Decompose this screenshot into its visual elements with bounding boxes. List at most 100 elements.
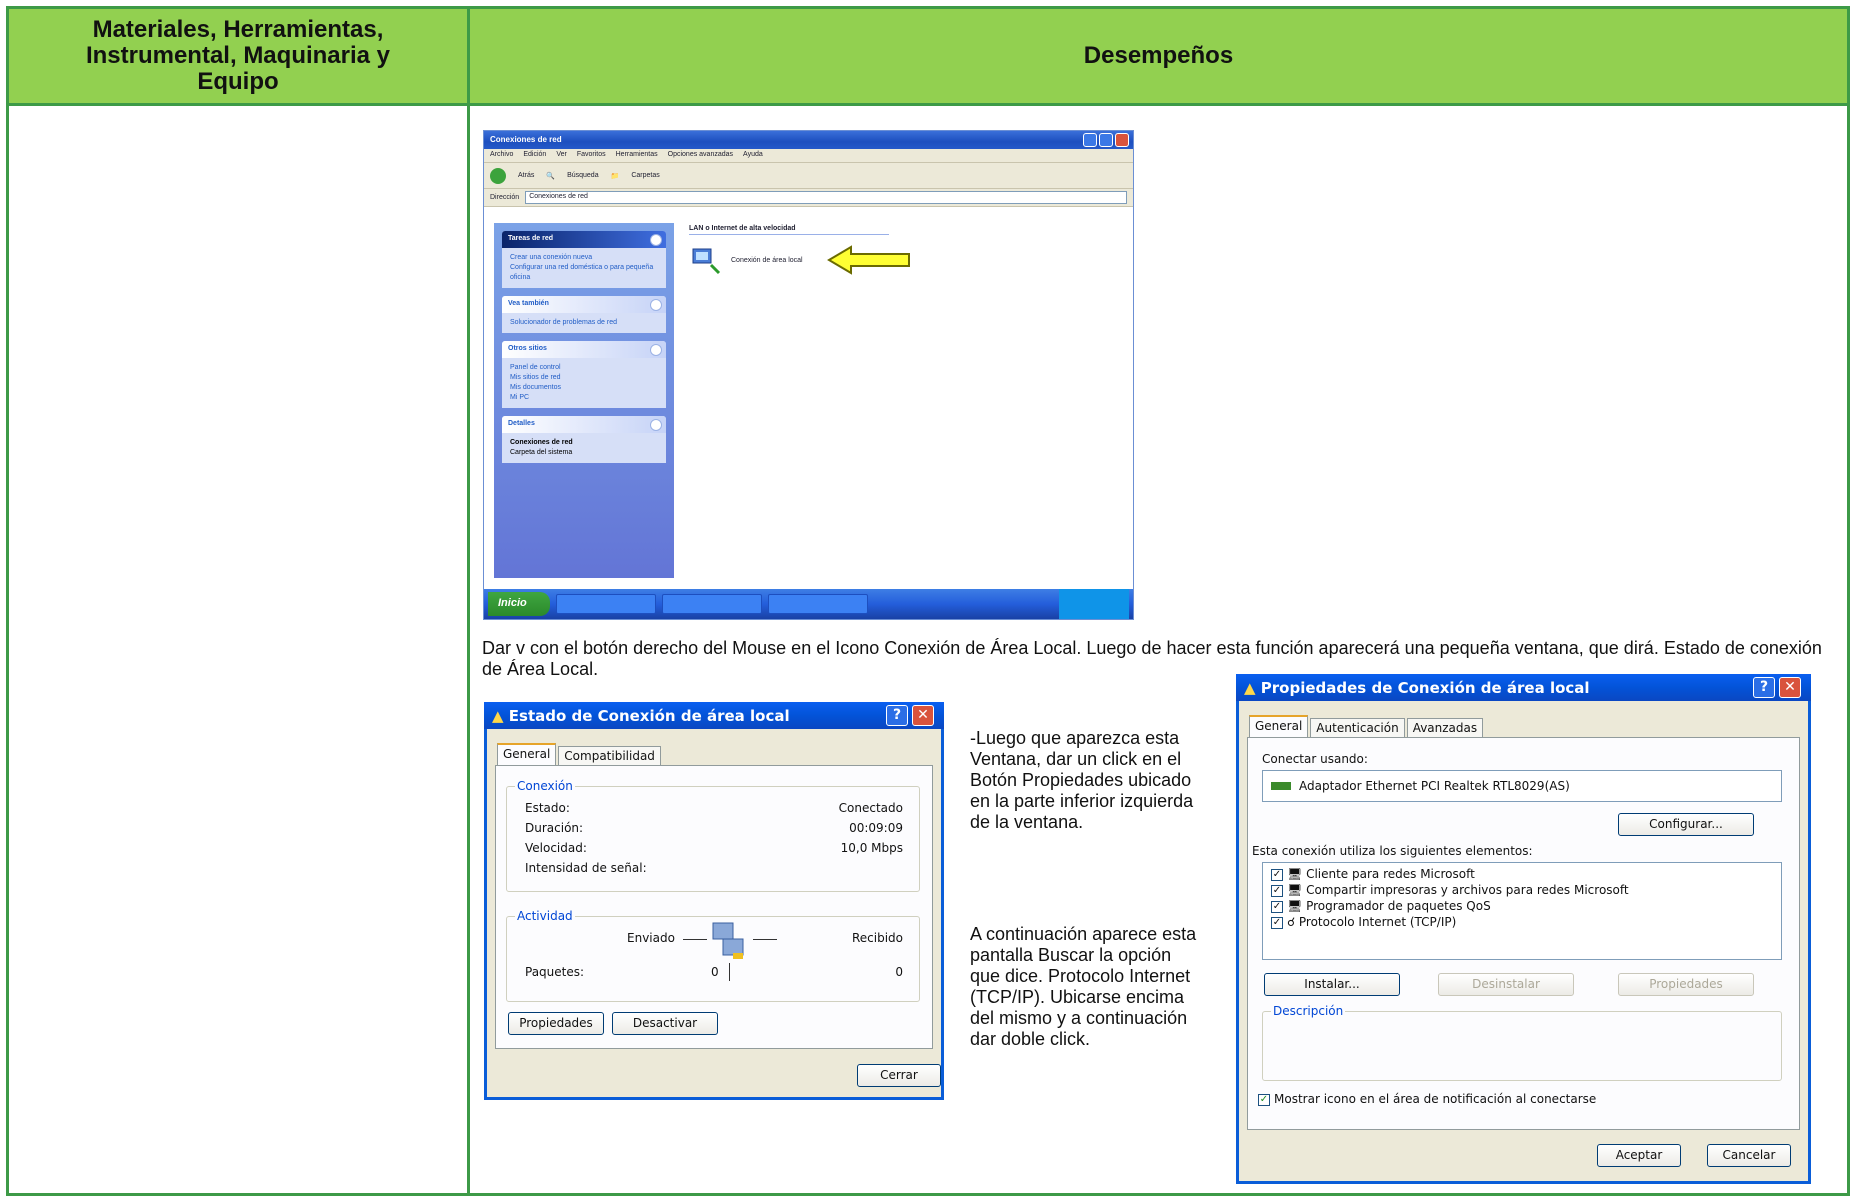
list-item[interactable]: ✓ ☌ Protocolo Internet (TCP/IP) (1271, 914, 1773, 930)
task-link[interactable]: Mis documentos (510, 383, 658, 393)
show-icon-label: Mostrar icono en el área de notificación… (1274, 1092, 1597, 1106)
element-label: Protocolo Internet (TCP/IP) (1298, 915, 1457, 929)
velocidad-value: 10,0 Mbps (840, 841, 903, 855)
protocol-icon: ☌ (1287, 915, 1296, 929)
menu-opciones[interactable]: Opciones avanzadas (668, 151, 733, 160)
menu-archivo[interactable]: Archivo (490, 151, 513, 160)
taskbar-button[interactable] (662, 594, 762, 614)
menu-favoritos[interactable]: Favoritos (577, 151, 606, 160)
panel-title[interactable]: Vea también (502, 296, 666, 313)
aceptar-button[interactable]: Aceptar (1597, 1144, 1681, 1167)
panel-title[interactable]: Otros sitios (502, 341, 666, 358)
network-connections-window: Conexiones de red Archivo Edición Ver Fa… (483, 130, 1134, 620)
address-input[interactable]: Conexiones de red (525, 191, 1127, 204)
velocidad-label: Velocidad: (525, 841, 587, 855)
close-icon[interactable] (1115, 133, 1129, 147)
menu-herramientas[interactable]: Herramientas (616, 151, 658, 160)
tab-autenticacion[interactable]: Autenticación (1310, 718, 1405, 737)
back-label[interactable]: Atrás (518, 172, 534, 179)
maximize-icon[interactable] (1099, 133, 1113, 147)
checkbox[interactable]: ✓ (1271, 884, 1283, 897)
status-dialog: ▲ Estado de Conexión de área local ? ✕ Ge… (484, 702, 944, 1100)
close-icon[interactable]: ✕ (912, 705, 934, 726)
address-bar: Dirección Conexiones de red (484, 189, 1133, 207)
show-icon-option[interactable]: ✓ Mostrar icono en el área de notificació… (1258, 1092, 1596, 1106)
lan-connection-label: Conexión de área local (731, 256, 803, 264)
connections-area: LAN o Internet de alta velocidad Conexió… (689, 223, 1127, 578)
paquetes-label: Paquetes: (525, 965, 585, 979)
tab-general[interactable]: General (497, 743, 557, 765)
panel-otros: Otros sitios Panel de control Mis sitios … (502, 341, 666, 408)
tab-strip: General Compatibilidad (497, 743, 661, 765)
task-link[interactable]: Solucionador de problemas de red (510, 318, 658, 328)
tab-general[interactable]: General (1249, 715, 1309, 737)
menu-ayuda[interactable]: Ayuda (743, 151, 763, 160)
element-icon: 🖥 (1287, 867, 1303, 881)
cancelar-button[interactable]: Cancelar (1707, 1144, 1791, 1167)
materiales-cell (9, 106, 470, 1193)
start-button[interactable]: Inicio (488, 592, 550, 616)
folders-label[interactable]: Carpetas (631, 172, 659, 179)
desactivar-button[interactable]: Desactivar (612, 1012, 718, 1035)
elementos-label: Esta conexión utiliza los siguientes ele… (1252, 844, 1533, 858)
network-connection-icon (692, 248, 721, 275)
panel-tareas: Tareas de red Crear una conexión nueva Co… (502, 231, 666, 288)
dialog-title-bar: ▲ Estado de Conexión de área local ? ✕ (484, 702, 944, 729)
line-divider (729, 963, 730, 981)
propiedades-button[interactable]: Propiedades (508, 1012, 604, 1035)
conexion-legend: Conexión (515, 779, 575, 793)
tab-avanzadas[interactable]: Avanzadas (1406, 718, 1484, 737)
task-link[interactable]: Configurar una red doméstica o para pequ… (510, 263, 658, 283)
network-icon: ▲ (492, 707, 504, 725)
lan-connection-item[interactable]: Conexión de área local (689, 243, 1127, 277)
panel-title[interactable]: Detalles (502, 416, 666, 433)
propiedades-button[interactable]: Propiedades (1618, 973, 1754, 996)
checkbox[interactable]: ✓ (1271, 900, 1283, 913)
panel-vea: Vea también Solucionador de problemas de… (502, 296, 666, 333)
panel-title[interactable]: Tareas de red (502, 231, 666, 248)
tab-panel: Conectar usando: Adaptador Ethernet PCI … (1247, 737, 1800, 1130)
taskbar: Inicio (484, 589, 1133, 619)
header-materiales: Materiales, Herramientas, Instrumental, … (9, 9, 470, 106)
checkbox[interactable]: ✓ (1271, 916, 1283, 929)
conectar-usando-label: Conectar usando: (1262, 752, 1368, 766)
line-divider (683, 939, 707, 940)
paquetes-received: 0 (895, 965, 903, 979)
instalar-button[interactable]: Instalar... (1264, 973, 1400, 996)
menu-ver[interactable]: Ver (556, 151, 567, 160)
toolbar: Atrás 🔍 Búsqueda 📁 Carpetas (484, 163, 1133, 189)
cerrar-button[interactable]: Cerrar (857, 1064, 941, 1087)
conexion-group: Conexión Estado: Conectado Duración: 00:… (506, 779, 920, 892)
task-link[interactable]: Crear una conexión nueva (510, 253, 658, 263)
task-link[interactable]: Mi PC (510, 393, 658, 403)
folder-icon[interactable]: 📁 (611, 172, 620, 180)
desinstalar-button[interactable]: Desinstalar (1438, 973, 1574, 996)
taskbar-button[interactable] (556, 594, 656, 614)
list-item[interactable]: ✓ 🖥 Cliente para redes Microsoft (1271, 866, 1773, 882)
search-icon[interactable]: 🔍 (546, 172, 555, 180)
menu-bar: Archivo Edición Ver Favoritos Herramient… (484, 149, 1133, 163)
minimize-icon[interactable] (1083, 133, 1097, 147)
panel-detalles: Detalles Conexiones de red Carpeta del si… (502, 416, 666, 463)
configurar-button[interactable]: Configurar... (1618, 813, 1754, 836)
details-type: Carpeta del sistema (510, 449, 573, 456)
taskbar-button[interactable] (768, 594, 868, 614)
task-link[interactable]: Mis sitios de red (510, 373, 658, 383)
estado-value: Conectado (838, 801, 903, 815)
tab-panel: Conexión Estado: Conectado Duración: 00:… (495, 765, 933, 1049)
help-icon[interactable]: ? (1753, 677, 1775, 698)
tab-compatibilidad[interactable]: Compatibilidad (558, 746, 661, 765)
address-label: Dirección (490, 194, 520, 201)
checkbox[interactable]: ✓ (1258, 1093, 1270, 1106)
close-icon[interactable]: ✕ (1779, 677, 1801, 698)
checkbox[interactable]: ✓ (1271, 868, 1283, 881)
help-icon[interactable]: ? (886, 705, 908, 726)
back-icon[interactable] (490, 167, 506, 184)
dialog-title: Estado de Conexión de área local (508, 707, 790, 725)
list-item[interactable]: ✓ 🖥 Programador de paquetes QoS (1271, 898, 1773, 914)
menu-edicion[interactable]: Edición (523, 151, 546, 160)
search-label[interactable]: Búsqueda (567, 172, 599, 179)
intensidad-label: Intensidad de señal: (525, 861, 647, 875)
list-item[interactable]: ✓ 🖥 Compartir impresoras y archivos para … (1271, 882, 1773, 898)
task-link[interactable]: Panel de control (510, 363, 658, 373)
